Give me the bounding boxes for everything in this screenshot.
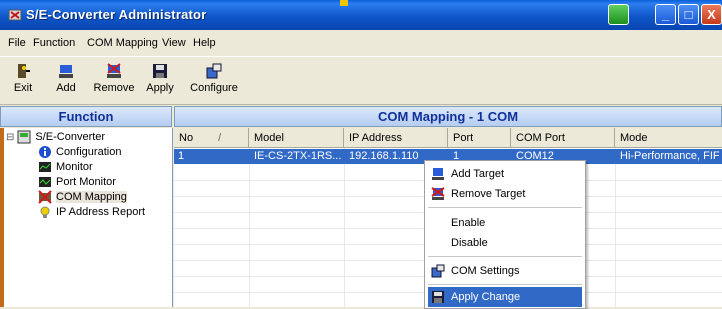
tree-item-monitor[interactable]: Monitor (38, 160, 93, 174)
apply-change-icon (432, 291, 444, 303)
menu-bar: File Function COM Mapping View Help (0, 30, 722, 57)
menu-function[interactable]: Function (33, 37, 75, 49)
menu-item-label: Remove Target (451, 188, 526, 200)
column-header-mode[interactable]: Mode (615, 128, 722, 148)
add-target-icon (432, 168, 444, 180)
remove-button[interactable]: Remove (91, 60, 137, 102)
menu-item-label: COM Settings (451, 265, 520, 277)
column-label: No (179, 132, 194, 144)
remove-label: Remove (93, 82, 135, 94)
menu-help[interactable]: Help (193, 37, 216, 49)
com-mapping-icon (38, 190, 52, 204)
column-header-port[interactable]: Port (448, 128, 511, 148)
cell-model: IE-CS-2TX-1RS... (254, 150, 342, 162)
com-mapping-header: COM Mapping - 1 COM (174, 106, 722, 127)
menu-item-disable[interactable]: Disable (428, 233, 582, 253)
context-menu: Add Target Remove Target Enable Disable … (424, 160, 586, 309)
com-settings-icon (431, 264, 445, 278)
tree-item-label: Monitor (56, 161, 93, 173)
add-label: Add (56, 82, 76, 94)
add-icon (59, 65, 73, 78)
tree-item-label: IP Address Report (56, 206, 146, 218)
cell-mode: Hi-Performance, FIFO (620, 150, 720, 162)
apply-label: Apply (146, 82, 174, 94)
menu-file[interactable]: File (8, 37, 26, 49)
apply-icon (153, 64, 167, 78)
configure-icon (206, 63, 222, 79)
remove-icon (107, 63, 121, 78)
minimize-icon: _ (661, 7, 670, 22)
menu-item-add-target[interactable]: Add Target (428, 164, 582, 184)
title-bar: S/E-Converter Administrator _ □ X (0, 0, 722, 30)
port-monitor-icon (39, 177, 51, 187)
menu-item-remove-target[interactable]: Remove Target (428, 184, 582, 204)
monitor-icon (39, 162, 51, 172)
menu-com-mapping[interactable]: COM Mapping (87, 37, 158, 49)
menu-item-com-settings[interactable]: COM Settings (428, 261, 582, 281)
close-icon: X (707, 7, 716, 22)
column-header-ip-address[interactable]: IP Address (344, 128, 448, 148)
tree-item-configuration[interactable]: Configuration (38, 145, 121, 159)
menu-separator (428, 284, 582, 285)
info-icon (39, 146, 51, 158)
column-header-com-port[interactable]: COM Port (511, 128, 615, 148)
menu-separator (428, 256, 582, 257)
menu-item-label: Add Target (451, 168, 505, 180)
configure-label: Configure (190, 82, 238, 94)
menu-view[interactable]: View (162, 37, 186, 49)
exit-label: Exit (13, 82, 33, 94)
sort-indicator: / (218, 132, 222, 144)
exit-icon (18, 64, 30, 78)
column-header-model[interactable]: Model (249, 128, 344, 148)
column-header-no[interactable]: No / (174, 128, 249, 148)
menu-item-label: Apply Change (451, 291, 521, 303)
maximize-icon: □ (684, 7, 693, 22)
apply-button[interactable]: Apply (137, 60, 183, 102)
cell-no: 1 (178, 150, 185, 162)
tree-item-ip-address-report[interactable]: IP Address Report (38, 205, 145, 219)
function-panel-header: Function (0, 106, 172, 127)
tree-item-s-e-converter[interactable]: ⊟ S/E-Converter (6, 130, 105, 144)
title-notch (340, 0, 348, 6)
minimize-button[interactable]: _ (655, 4, 676, 25)
tree-item-port-monitor[interactable]: Port Monitor (38, 175, 116, 189)
tree-item-label: S/E-Converter (35, 131, 106, 143)
close-button[interactable]: X (701, 4, 722, 25)
ip-report-icon (40, 206, 50, 218)
menu-item-enable[interactable]: Enable (428, 213, 582, 233)
remove-target-icon (431, 187, 445, 200)
maximize-button[interactable]: □ (678, 4, 699, 25)
exit-button[interactable]: Exit (0, 60, 46, 102)
configure-button[interactable]: Configure (186, 60, 242, 102)
tree-item-label: Port Monitor (56, 176, 116, 188)
tree-item-label: Configuration (56, 146, 122, 158)
app-icon (8, 9, 22, 21)
tree-item-label: COM Mapping (56, 191, 127, 203)
window-title: S/E-Converter Administrator (26, 7, 207, 22)
function-tree: ⊟ S/E-Converter Configuration Monitor Po… (0, 128, 173, 307)
tree-expander[interactable]: ⊟ (6, 132, 14, 143)
tree-item-com-mapping[interactable]: COM Mapping (38, 190, 127, 204)
left-edge-strip (0, 128, 4, 307)
menu-item-apply-change[interactable]: Apply Change (428, 287, 582, 307)
add-button[interactable]: Add (43, 60, 89, 102)
tray-button[interactable] (608, 4, 629, 25)
toolbar: Exit Add Remove Apply Configure (0, 57, 722, 105)
converter-icon (17, 130, 31, 144)
menu-separator (428, 207, 582, 208)
